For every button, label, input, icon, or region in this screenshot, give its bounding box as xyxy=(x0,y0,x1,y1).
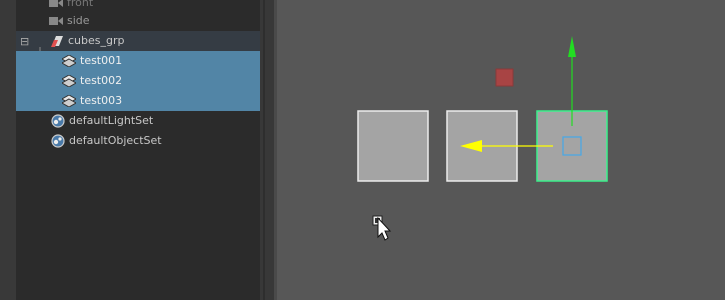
set-icon xyxy=(50,133,66,149)
splitter-divider xyxy=(263,0,265,300)
outliner-item-test001[interactable]: test001 xyxy=(16,51,260,71)
mesh-icon xyxy=(61,53,77,69)
outliner-item-test003[interactable]: test003 xyxy=(16,91,260,111)
outliner-item-default-light-set[interactable]: defaultLightSet xyxy=(16,111,260,131)
outliner-item-label: defaultObjectSet xyxy=(69,134,162,147)
camera-icon xyxy=(48,0,64,11)
outliner-item-label: test002 xyxy=(80,74,123,87)
outliner-item-label: test001 xyxy=(80,54,123,67)
outliner-panel: front side ⊟ cubes_grp test001 test002 t… xyxy=(0,0,260,300)
y-axis-arrow-icon[interactable] xyxy=(568,36,576,57)
viewport-scene[interactable] xyxy=(274,0,725,300)
mouse-cursor-icon xyxy=(372,215,392,241)
set-icon xyxy=(50,113,66,129)
pivot-marker[interactable] xyxy=(495,68,514,87)
cube-test001[interactable] xyxy=(357,110,429,182)
camera-icon xyxy=(48,13,64,29)
outliner-item-test002[interactable]: test002 xyxy=(16,71,260,91)
outliner-item-label: side xyxy=(67,14,90,27)
outliner-item-label: defaultLightSet xyxy=(69,114,154,127)
viewport-3d[interactable] xyxy=(274,0,725,300)
outliner-item-label: test003 xyxy=(80,94,123,107)
mesh-icon xyxy=(61,93,77,109)
outliner-item-default-object-set[interactable]: defaultObjectSet xyxy=(16,131,260,151)
outliner-item-side[interactable]: side xyxy=(16,11,260,31)
mesh-icon xyxy=(61,73,77,89)
viewport-border xyxy=(274,0,277,300)
outliner-item-label: cubes_grp xyxy=(68,34,125,47)
